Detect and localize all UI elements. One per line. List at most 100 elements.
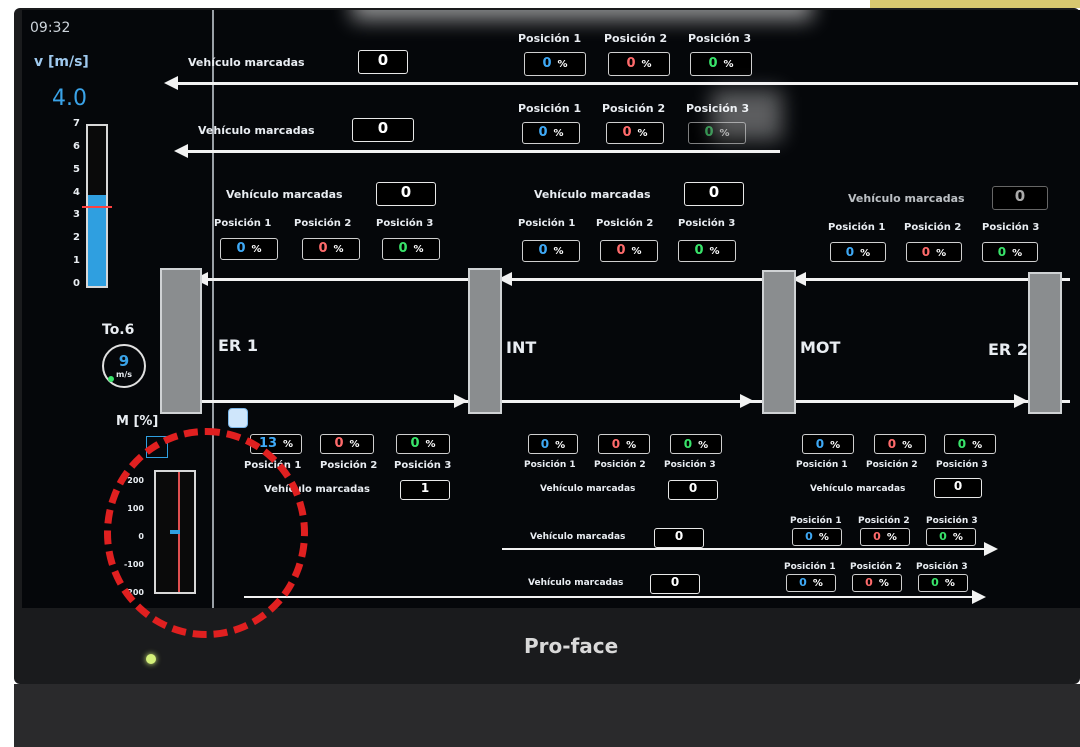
bottom-lane-2-pos2-label: Posición 2 [850,562,902,572]
vehicle-icon [228,408,248,428]
upper-sec-2-pos3-label: Posición 3 [678,218,736,229]
station-er1-label: ER 1 [218,336,258,355]
bottom-lane-2-pos3-label: Posición 3 [916,562,968,572]
upper-sec-2-pos1: 0% [522,240,580,262]
bottom-lane-1-pos2-label: Posición 2 [858,516,910,526]
station-pillar-er2 [1028,272,1062,414]
lower-sec-2-pos1-label: Posición 1 [524,460,576,470]
station-mot-label: MOT [800,338,841,357]
station-pillar-er1 [160,268,202,414]
arrow-left-icon [164,76,178,90]
speed-scale-tick: 1 [73,255,80,267]
upper-sec-2-count: 0 [684,182,744,206]
station-int-label: INT [506,338,537,357]
upper-sec-1-count: 0 [376,182,436,206]
lower-sec-3-label: Vehículo marcadas [810,484,906,494]
bottom-lane-1-pos3-label: Posición 3 [926,516,978,526]
top-lane-2-count: 0 [352,118,414,142]
station-pillar-int [468,268,502,414]
bottom-lane-1-pos2: 0% [860,528,910,546]
arrow-right-icon [972,590,986,604]
power-led-icon [146,654,156,664]
arrow-right-icon [740,394,754,408]
speed-scale-tick: 4 [73,186,80,198]
screen-glare [712,90,782,140]
speed-setpoint-marker [82,206,112,208]
top-lane-2-pos2: 0% [606,122,664,144]
lower-sec-3-pos2-label: Posición 2 [866,460,918,470]
lower-sec-3-pos2: 0% [874,434,926,454]
bottom-lane-2-count: 0 [650,574,700,594]
upper-sec-3-pos2-label: Posición 2 [904,222,962,233]
upper-sec-3-pos3: 0% [982,242,1038,262]
lower-sec-3-pos3: 0% [944,434,996,454]
bottom-lane-2-pos1-label: Posición 1 [784,562,836,572]
station-pillar-mot [762,270,796,414]
upper-sec-2-pos3: 0% [678,240,736,262]
annotation-circle [104,428,308,638]
upper-sec-3-count: 0 [992,186,1048,210]
lower-sec-2-pos1: 0% [528,434,578,454]
bottom-lane-1-label: Vehículo marcadas [530,532,626,542]
top-lane-1-pos2-label: Posición 2 [604,32,668,45]
motor-label: M [%] [116,414,159,429]
top-lane-1-count: 0 [358,50,408,74]
speed-scale-tick: 0 [73,278,80,289]
bottom-lane-1-pos3: 0% [926,528,976,546]
lower-sec-1-pos2-label: Posición 2 [320,460,378,471]
upper-sec-1-pos3: 0% [382,238,440,260]
lower-sec-2-pos3-label: Posición 3 [664,460,716,470]
top-lane-1-label: Vehículo marcadas [188,56,305,69]
top-lane-2-pos1: 0% [522,122,580,144]
speed-scale-tick: 6 [73,140,80,152]
top-lane-2-pos2-label: Posición 2 [602,102,666,115]
upper-track-line [198,278,1070,281]
lower-sec-1-pos2: 0% [320,434,374,454]
clock: 09:32 [30,20,71,36]
top-lane-1-arrow [178,82,1078,85]
bottom-lane-2-pos3: 0% [918,574,968,592]
lower-sec-3-count: 0 [934,478,982,498]
upper-sec-2-pos1-label: Posición 1 [518,218,576,229]
upper-sec-3-pos1-label: Posición 1 [828,222,886,233]
upper-sec-2-label: Vehículo marcadas [534,188,651,201]
upper-sec-1-pos1: 0% [220,238,278,260]
upper-sec-1-label: Vehículo marcadas [226,188,343,201]
trafo-gauge: 9 m/s [102,344,146,388]
speed-scale-tick: 2 [73,232,80,244]
arrow-right-icon [454,394,468,408]
upper-sec-3-pos1: 0% [830,242,886,262]
lower-sec-3-pos1-label: Posición 1 [796,460,848,470]
bottom-lane-2-arrow [244,596,974,598]
lower-sec-2-pos3: 0% [670,434,722,454]
speed-scale: 7 6 5 4 3 2 1 0 [66,118,80,290]
speed-scale-tick: 3 [73,209,80,221]
speed-label: v [m/s] [34,54,89,70]
top-lane-2-label: Vehículo marcadas [198,124,315,137]
upper-sec-2-pos2: 0% [600,240,658,262]
upper-sec-1-pos3-label: Posición 3 [376,218,434,229]
bottom-lane-2-pos1: 0% [786,574,836,592]
bottom-lane-1-count: 0 [654,528,704,548]
top-lane-1-pos3: 0% [690,52,752,76]
lower-sec-2-pos2: 0% [598,434,650,454]
lower-sec-2-pos2-label: Posición 2 [594,460,646,470]
top-lane-1-pos1-label: Posición 1 [518,32,582,45]
top-lane-1-pos3-label: Posición 3 [688,32,752,45]
lower-sec-2-count: 0 [668,480,718,500]
bottom-lane-1-pos1-label: Posición 1 [790,516,842,526]
speed-scale-tick: 5 [73,163,80,175]
arrow-left-icon [174,144,188,158]
speed-bar-fill [88,194,106,286]
top-lane-2-arrow [188,150,780,153]
screen-glare [352,10,812,20]
speed-value: 4.0 [52,86,87,111]
trafo-label: To.6 [102,322,135,338]
upper-sec-3-pos3-label: Posición 3 [982,222,1040,233]
upper-sec-2-pos2-label: Posición 2 [596,218,654,229]
top-right-strip [870,0,1080,8]
status-led-icon [108,376,114,382]
speed-scale-tick: 7 [73,118,80,129]
top-lane-1-pos2: 0% [608,52,670,76]
station-er2-label: ER 2 [988,340,1028,359]
